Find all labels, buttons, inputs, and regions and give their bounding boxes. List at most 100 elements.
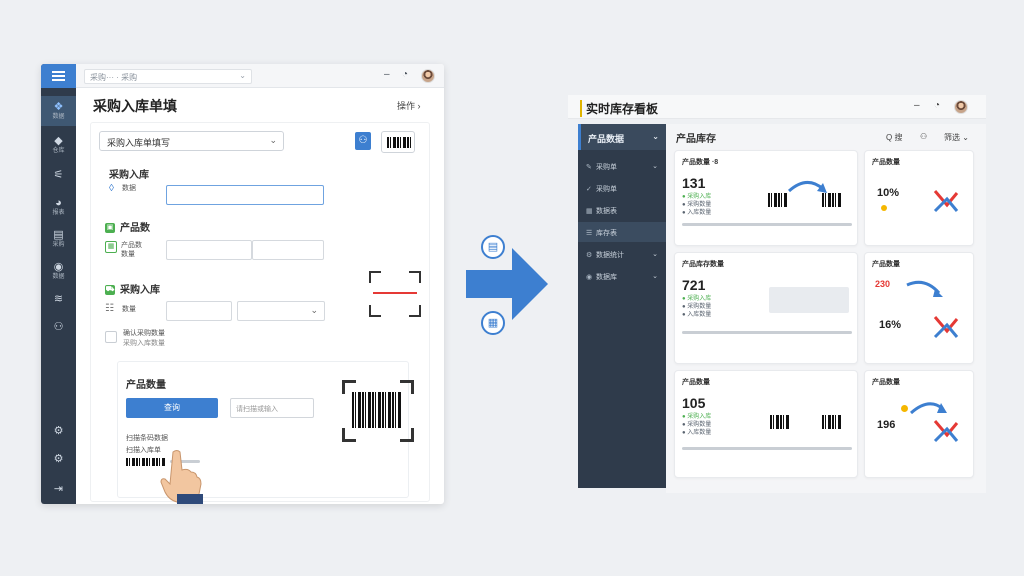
confirm-checkbox[interactable] — [105, 331, 117, 343]
report-icon: ▤ — [53, 228, 64, 241]
stock-card[interactable]: 产品库存数量 721 ● 采购入库 ● 采购数量 ● 入库数量 — [674, 252, 858, 364]
order-select-value: 采购入库单填写 — [107, 138, 171, 148]
preferences-button[interactable]: ⚙ — [41, 444, 76, 474]
rail-label: 报表 — [52, 209, 65, 216]
minimize-icon[interactable]: – — [914, 100, 920, 111]
avatar[interactable] — [421, 69, 435, 83]
logout-icon: ⇥ — [53, 482, 64, 495]
notification-icon[interactable]: ◔ — [402, 69, 408, 80]
minimize-icon[interactable]: – — [384, 69, 390, 80]
query-button[interactable]: 查询 — [126, 398, 218, 418]
order-select[interactable]: 采购入库单填写 ⌄ — [99, 131, 284, 151]
sidebar-item-inventory[interactable]: ☰ 库存表 — [578, 222, 666, 242]
chevron-down-icon: ⌄ — [239, 71, 246, 80]
rail-item-dashboard[interactable]: ❖ 数据 — [41, 96, 76, 126]
card-title: 产品数量 — [872, 159, 900, 166]
drop-icon: ◊ — [109, 183, 114, 194]
top-bar: 采购··· · 采购 ⌄ – ◔ — [76, 64, 444, 88]
user-button[interactable]: ⚇ — [355, 132, 371, 150]
sync-arrow-icon — [906, 280, 943, 297]
barcode-icon — [822, 415, 842, 429]
frame-corner — [342, 428, 356, 442]
card-value: 196 — [877, 419, 896, 431]
section-inbound-label: 采购入库 — [120, 285, 160, 296]
rail-item-box[interactable]: ◆ 仓库 — [41, 130, 76, 160]
field-label: 产品数 数量 — [121, 242, 142, 258]
breadcrumb-text: 采购··· · 采购 — [90, 73, 138, 82]
sidebar-item-purchase[interactable]: ✎ 采购单 ⌄ — [578, 156, 666, 176]
report-icon: ▦ — [481, 311, 505, 335]
card-title: 产品数量 — [872, 261, 900, 268]
sidebar-item-stats[interactable]: ⚙ 数据统计 ⌄ — [578, 244, 666, 264]
rail-label: 数据 — [52, 273, 65, 280]
sidebar-item-database[interactable]: ◉ 数据库 ⌄ — [578, 266, 666, 286]
rail-item-globe[interactable]: ◉ 数据 — [41, 256, 76, 286]
gear-icon: ⚙ — [53, 424, 64, 437]
unit-select[interactable]: ⌄ — [237, 301, 325, 321]
settings-button[interactable]: ⚙ — [41, 416, 76, 446]
sync-arrow-icon — [910, 402, 947, 415]
list-icon: ☰ — [586, 230, 593, 237]
barcode-icon — [770, 415, 790, 429]
user-button[interactable]: ⚇ — [920, 132, 927, 141]
menu-button[interactable] — [41, 64, 76, 88]
scan-barcode-button[interactable] — [381, 131, 415, 153]
notification-icon[interactable]: ◔ — [934, 100, 940, 111]
barcode-scan-icon — [817, 409, 847, 435]
barcode-scan-icon — [765, 409, 795, 435]
quantity-input[interactable] — [166, 301, 232, 321]
rail-item-layers[interactable]: ≋ — [41, 284, 76, 314]
product-qty-input[interactable] — [252, 240, 324, 260]
box-icon: ◆ — [54, 134, 63, 147]
barcode-scan-icon — [342, 380, 414, 442]
page-title: 实时库存看板 — [580, 100, 658, 117]
ratio-card[interactable]: 产品数量 10% — [864, 150, 974, 246]
section-title: 产品库存 — [676, 134, 716, 145]
pie-icon: ◕ — [55, 196, 62, 209]
sidebar-item-table[interactable]: ▦ 数据表 — [578, 200, 666, 220]
field-label: 数据 — [122, 185, 136, 192]
search-button[interactable]: Q 搜 — [886, 132, 902, 143]
user-icon: ⚇ — [358, 135, 368, 146]
scan-input[interactable]: 请扫描或输入 — [230, 398, 314, 418]
chart-icon: ⚟ — [53, 168, 64, 181]
grid-icon: ▦ — [586, 208, 593, 215]
divider — [682, 447, 852, 450]
rail-label: 仓库 — [52, 147, 65, 154]
chevron-down-icon: ⌄ — [652, 132, 659, 141]
breadcrumb-select[interactable]: 采购··· · 采购 ⌄ — [84, 69, 252, 84]
stock-card[interactable]: 产品数量 ·8 131 ● 采购入库 ● 采购数量 ● 入库数量 — [674, 150, 858, 246]
flow-icon — [933, 190, 959, 213]
logout-button[interactable]: ⇥ — [41, 474, 76, 504]
sidebar-item-label: 数据统计 — [596, 252, 624, 259]
checkbox-label: 确认采购数量 — [123, 330, 165, 337]
avatar[interactable] — [954, 100, 968, 114]
divider — [682, 223, 852, 226]
sidebar-header-label: 产品数据 — [588, 134, 625, 144]
sidebar-header[interactable]: 产品数据 ⌄ — [578, 124, 666, 150]
stock-card[interactable]: 产品数量 105 ● 采购入库 ● 采购数量 ● 入库数量 — [674, 370, 858, 478]
scan-laser — [373, 292, 417, 294]
data-input[interactable] — [166, 185, 324, 205]
frame-corner — [369, 271, 381, 283]
filter-dropdown[interactable]: 筛选 ⌄ — [944, 132, 969, 143]
actions-link[interactable]: 操作 › — [397, 99, 421, 112]
card-line: ● 入库数量 — [682, 430, 712, 436]
sidebar-item-label: 数据表 — [596, 208, 617, 215]
barcode-icon — [822, 193, 842, 207]
sidebar-item-orders[interactable]: ✓ 采购单 — [578, 178, 666, 198]
rail-item-pie[interactable]: ◕ 报表 — [41, 192, 76, 222]
rail-item-chart[interactable]: ⚟ — [41, 160, 76, 190]
rail-item-user[interactable]: ⚇ — [41, 312, 76, 342]
document-icon: ▤ — [481, 235, 505, 259]
section-product-title: ▣ 产品数 — [105, 219, 150, 234]
globe-icon: ◉ — [53, 260, 64, 273]
rail-item-report[interactable]: ▤ 采购 — [41, 224, 76, 254]
ratio-card[interactable]: 产品数量 230 16% — [864, 252, 974, 364]
chevron-down-icon: ⌄ — [652, 251, 658, 258]
field-label: 数量 — [122, 306, 136, 313]
chevron-down-icon: ⌄ — [269, 135, 277, 145]
ratio-card[interactable]: 产品数量 196 — [864, 370, 974, 478]
product-count-input[interactable] — [166, 240, 252, 260]
card-value: 10% — [877, 187, 900, 199]
